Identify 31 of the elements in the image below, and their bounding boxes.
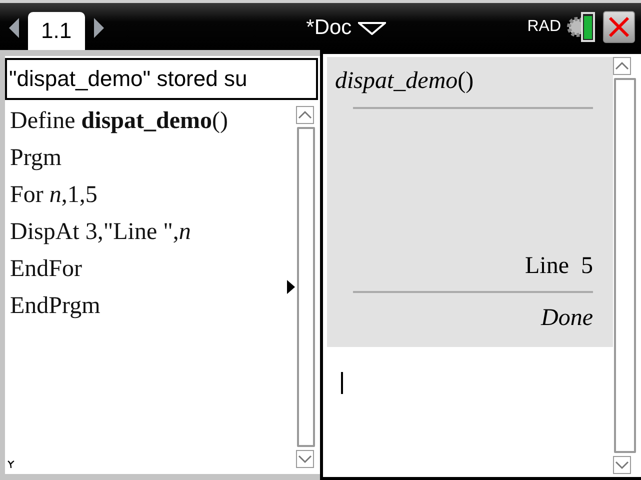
code-line: EndFor — [10, 255, 82, 284]
history-input[interactable]: dispat_demo() — [335, 63, 593, 99]
code-line: DispAt 3,"Line ",n — [10, 218, 191, 247]
scroll-down-button[interactable] — [296, 450, 314, 468]
scroll-up-button[interactable] — [296, 106, 314, 124]
dropdown-icon — [358, 21, 386, 35]
code-line: Prgm — [10, 144, 62, 173]
caret-icon — [298, 110, 312, 120]
code-line: EndPrgm — [10, 292, 100, 321]
right-arrow-icon[interactable] — [92, 17, 105, 39]
left-arrow-icon[interactable] — [8, 17, 20, 39]
scroll-up-button[interactable] — [613, 57, 631, 75]
angle-mode: RAD — [527, 18, 561, 36]
scrollbar-track[interactable] — [614, 78, 636, 453]
close-button[interactable] — [603, 11, 635, 43]
text-cursor — [341, 372, 343, 394]
document-menu[interactable]: *Doc — [306, 6, 386, 50]
caret-icon — [298, 454, 312, 464]
caret-icon — [615, 61, 629, 71]
right-triangle-icon — [287, 280, 295, 294]
output-text: Line 5 — [524, 252, 593, 281]
caret-icon — [615, 460, 629, 470]
history-result[interactable]: Done — [335, 301, 593, 335]
page-tab[interactable]: 1.1 — [28, 12, 85, 50]
scroll-down-button[interactable] — [613, 456, 631, 474]
resize-icon[interactable] — [7, 460, 15, 468]
gear-battery-icon[interactable] — [567, 10, 597, 44]
status-message: "dispat_demo" stored su — [5, 58, 318, 100]
scrollbar-track[interactable] — [297, 127, 315, 447]
code-line: For n,1,5 — [10, 181, 98, 210]
code-line: Define dispat_demo() — [10, 107, 228, 136]
